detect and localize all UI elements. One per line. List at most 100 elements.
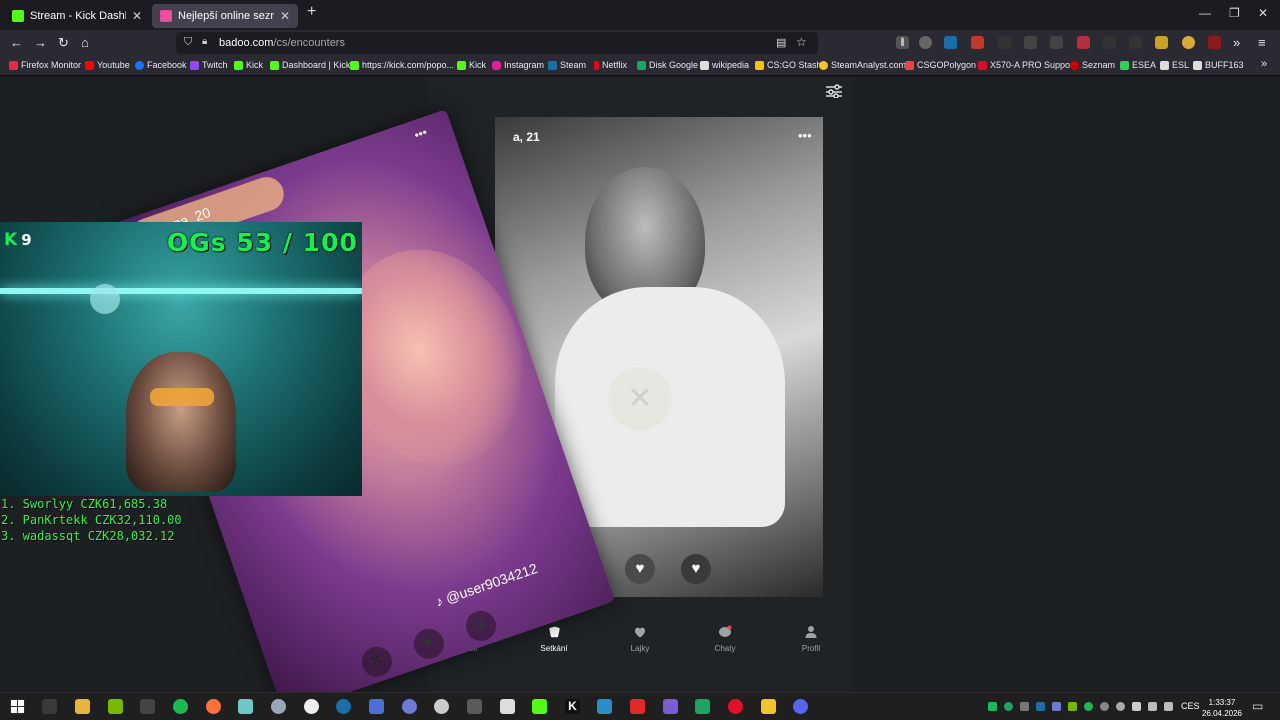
forward-arrow-icon[interactable]: →: [34, 35, 47, 50]
superlike-button[interactable]: ♥: [625, 554, 655, 584]
chart-app-icon[interactable]: [695, 699, 710, 714]
shield-icon[interactable]: ⛉: [184, 36, 192, 49]
app-icon[interactable]: [500, 699, 515, 714]
bookmark-item[interactable]: BUFF163: [1193, 60, 1244, 70]
extension-icon[interactable]: [1103, 36, 1116, 49]
account-icon[interactable]: [919, 36, 932, 49]
monitor-app-icon[interactable]: [369, 699, 384, 714]
bookmark-item[interactable]: CSGOPolygon: [905, 60, 976, 70]
address-bar[interactable]: ⛉ 🔒︎ badoo.com/cs/encounters ▤ ☆: [176, 32, 818, 54]
tab-kick-dashboard[interactable]: Stream - Kick Dashboard ✕: [4, 4, 150, 28]
bookmark-item[interactable]: ESEA: [1120, 60, 1156, 70]
clock-app-icon[interactable]: [304, 699, 319, 714]
pass-button[interactable]: ✕: [608, 367, 672, 431]
volume-icon[interactable]: [1164, 702, 1173, 711]
app-icon[interactable]: [761, 699, 776, 714]
tray-icon[interactable]: [1020, 702, 1029, 711]
like-button[interactable]: ♥: [681, 554, 711, 584]
extension-icon[interactable]: [1155, 36, 1168, 49]
nav-setkani[interactable]: Setkání: [524, 625, 584, 653]
reader-view-icon[interactable]: ▤: [776, 36, 786, 49]
close-tab-icon[interactable]: ✕: [132, 9, 142, 23]
bookmark-item[interactable]: Kick: [457, 60, 486, 70]
tray-icon[interactable]: [1116, 702, 1125, 711]
extension-icon[interactable]: [1129, 36, 1142, 49]
shield-app-icon[interactable]: [42, 699, 57, 714]
opera-icon[interactable]: [728, 699, 743, 714]
tray-icon[interactable]: [988, 702, 997, 711]
close-window-button[interactable]: ✕: [1258, 6, 1268, 20]
discord-icon[interactable]: [793, 699, 808, 714]
lock-icon[interactable]: 🔒︎: [202, 36, 207, 47]
bookmark-item[interactable]: Facebook: [135, 60, 187, 70]
nav-chaty[interactable]: Chaty: [695, 625, 755, 653]
language-indicator[interactable]: CES: [1181, 701, 1200, 711]
file-explorer-icon[interactable]: [75, 699, 90, 714]
tray-icon[interactable]: [1084, 702, 1093, 711]
app-icon[interactable]: [630, 699, 645, 714]
kick-app-icon[interactable]: K: [565, 699, 580, 714]
app-icon[interactable]: [532, 699, 547, 714]
nvidia-icon[interactable]: [108, 699, 123, 714]
maximize-button[interactable]: ❐: [1229, 6, 1240, 20]
bookmark-item[interactable]: Youtube: [85, 60, 130, 70]
adblock-extension-icon[interactable]: [971, 36, 984, 49]
extension-icon[interactable]: [1024, 36, 1037, 49]
bookmark-item[interactable]: https://kick.com/popo...: [350, 60, 454, 70]
more-options-icon[interactable]: •••: [798, 128, 812, 143]
filter-settings-icon[interactable]: [825, 84, 843, 99]
extension-icon[interactable]: [1208, 36, 1221, 49]
bookmark-star-icon[interactable]: ☆: [796, 35, 807, 49]
bookmark-item[interactable]: Firefox Monitor: [9, 60, 81, 70]
url-text[interactable]: badoo.com/cs/encounters: [219, 37, 345, 49]
network-icon[interactable]: [1148, 702, 1157, 711]
bookmark-item[interactable]: wikipedia: [700, 60, 749, 70]
terminal-icon[interactable]: [140, 699, 155, 714]
like-button[interactable]: ♥: [461, 606, 501, 645]
menu-icon[interactable]: ≡: [1258, 35, 1266, 50]
bookmark-item[interactable]: CS:GO Stash: [755, 60, 822, 70]
superlike-button[interactable]: ♥: [409, 624, 449, 663]
firefox-icon[interactable]: [206, 699, 221, 714]
extension-icon[interactable]: [1182, 36, 1195, 49]
pass-button[interactable]: ✕: [357, 642, 397, 681]
steam-icon[interactable]: [336, 699, 351, 714]
extension-icon[interactable]: [1077, 36, 1090, 49]
reload-icon[interactable]: ↻: [58, 35, 69, 51]
app-icon[interactable]: [597, 699, 612, 714]
system-clock[interactable]: 1:33:37 26.04.2026: [1200, 697, 1244, 719]
obs-icon[interactable]: [434, 699, 449, 714]
bookmark-item[interactable]: Seznam: [1070, 60, 1115, 70]
home-icon[interactable]: ⌂: [81, 35, 89, 50]
tray-icon[interactable]: [1004, 702, 1013, 711]
tray-icon[interactable]: [1100, 702, 1109, 711]
puzzle-extension-icon[interactable]: [1050, 36, 1063, 49]
tray-icon[interactable]: [1068, 702, 1077, 711]
tab-badoo[interactable]: Nejlepší online seznamka zdarma ✕: [152, 4, 298, 28]
minimize-button[interactable]: —: [1199, 6, 1211, 20]
tray-icon[interactable]: [1036, 702, 1045, 711]
tray-icon[interactable]: [1052, 702, 1061, 711]
bookmark-item[interactable]: Instagram: [492, 60, 544, 70]
app-icon[interactable]: [238, 699, 253, 714]
bookmark-item[interactable]: Steam: [548, 60, 586, 70]
app-icon[interactable]: [402, 699, 417, 714]
bookmark-item[interactable]: SteamAnalyst.com: [819, 60, 906, 70]
spotify-icon[interactable]: [173, 699, 188, 714]
bookmark-item[interactable]: Disk Google: [637, 60, 698, 70]
bookmark-item[interactable]: Kick: [234, 60, 263, 70]
start-button[interactable]: [10, 699, 25, 714]
calculator-icon[interactable]: [467, 699, 482, 714]
new-tab-button[interactable]: +: [307, 3, 316, 21]
bookmarks-overflow-icon[interactable]: »: [1261, 58, 1267, 70]
nav-profil[interactable]: Profil: [781, 625, 841, 653]
extension-icon[interactable]: [998, 36, 1011, 49]
bookmark-item[interactable]: Netflix: [594, 60, 627, 70]
overflow-chevron-icon[interactable]: »: [1233, 35, 1240, 50]
library-icon[interactable]: ⫼: [896, 36, 909, 49]
bookmark-item[interactable]: ESL: [1160, 60, 1189, 70]
more-options-icon[interactable]: •••: [412, 125, 428, 142]
notifications-icon[interactable]: ▭: [1252, 699, 1263, 713]
microphone-icon[interactable]: [1132, 702, 1141, 711]
nav-lajky[interactable]: Lajky: [610, 625, 670, 653]
